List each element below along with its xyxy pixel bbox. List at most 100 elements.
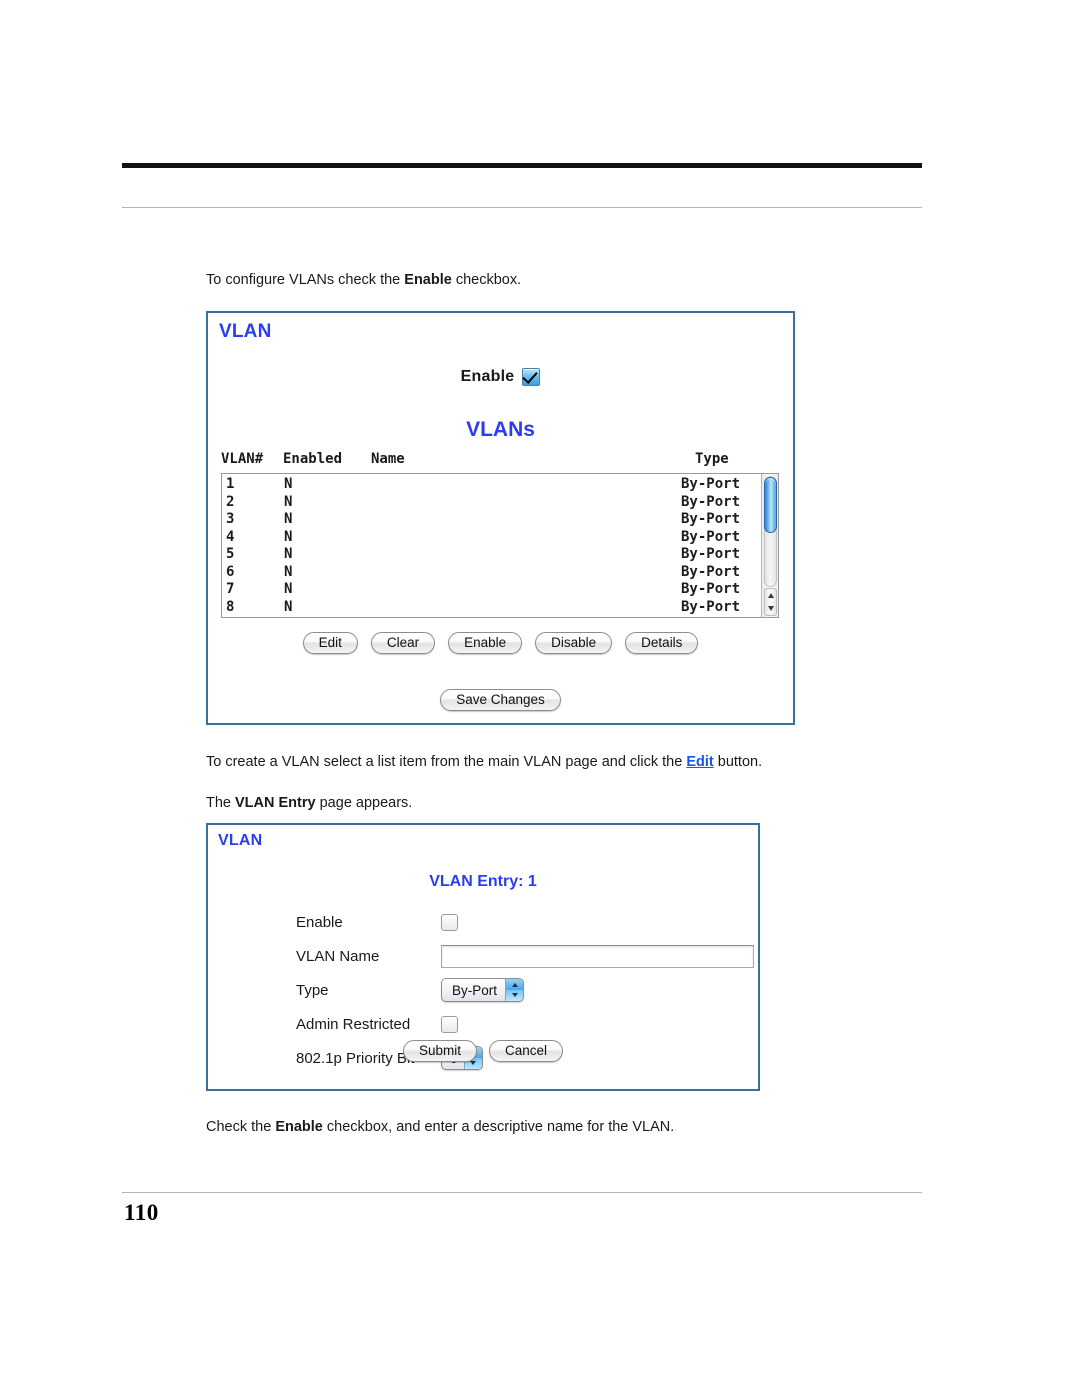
- scrollbar-thumb[interactable]: [764, 477, 777, 533]
- vlan-name-label: VLAN Name: [296, 947, 380, 965]
- column-header-name: Name: [371, 451, 405, 467]
- scrollbar-arrow-buttons[interactable]: [764, 588, 777, 616]
- header-rule-thin: [122, 207, 922, 208]
- up-down-arrows-icon[interactable]: [505, 979, 524, 1001]
- vertical-scrollbar[interactable]: [761, 474, 778, 617]
- cell-vlan-number: 5: [226, 546, 235, 562]
- cell-enabled: N: [284, 563, 293, 580]
- footer-rule: [122, 1192, 922, 1193]
- entry-text-after: page appears.: [315, 795, 413, 811]
- edit-button[interactable]: Edit: [302, 632, 358, 654]
- closing-paragraph: Check the Enable checkbox, and enter a d…: [206, 1117, 674, 1137]
- intro-paragraph: To configure VLANs check the Enable chec…: [206, 270, 521, 290]
- cell-enabled: N: [284, 511, 293, 527]
- cell-enabled: N: [284, 528, 293, 545]
- vlan-list-rows: 1 N By-Port 2 N By-Port 3 N By-Port 4 N: [222, 474, 761, 616]
- cell-vlan-number: 6: [226, 563, 235, 580]
- vlan-list-box[interactable]: 1 N By-Port 2 N By-Port 3 N By-Port 4 N: [221, 473, 779, 618]
- column-header-enabled: Enabled: [283, 451, 343, 467]
- cell-name: [372, 564, 681, 582]
- enable-checkbox[interactable]: [441, 913, 458, 931]
- form-row-enable: Enable: [296, 905, 754, 939]
- cell-name: [372, 511, 681, 529]
- cell-name: [372, 476, 681, 494]
- closing-text-bold: Enable: [275, 1119, 323, 1135]
- details-button[interactable]: Details: [625, 632, 699, 654]
- cell-vlan-number: 3: [226, 511, 235, 527]
- entry-page-paragraph: The VLAN Entry page appears.: [206, 793, 412, 813]
- save-changes-button[interactable]: Save Changes: [440, 689, 561, 711]
- cell-type: By-Port: [681, 476, 741, 492]
- enable-label: Enable: [460, 368, 515, 385]
- clear-button[interactable]: Clear: [370, 632, 436, 654]
- cell-name: [372, 494, 681, 512]
- vlan-name-input[interactable]: [441, 944, 754, 968]
- form-row-admin-restricted: Admin Restricted: [296, 1007, 754, 1041]
- table-row[interactable]: 5 N By-Port: [226, 546, 761, 564]
- table-row[interactable]: 1 N By-Port: [226, 476, 761, 494]
- disable-button[interactable]: Disable: [535, 632, 613, 654]
- cell-type: By-Port: [681, 546, 741, 562]
- cell-name: [372, 599, 681, 617]
- enable-button[interactable]: Enable: [448, 632, 523, 654]
- column-header-vlan-number: VLAN#: [221, 451, 264, 467]
- cell-vlan-number: 2: [226, 493, 235, 510]
- type-select-value: By-Port: [452, 982, 498, 998]
- panel-title: VLAN: [219, 321, 272, 342]
- cell-enabled: N: [284, 598, 293, 615]
- closing-text-before: Check the: [206, 1119, 276, 1135]
- admin-restricted-checkbox[interactable]: [441, 1015, 458, 1033]
- cell-name: [372, 546, 681, 564]
- scroll-down-arrow-icon[interactable]: [767, 606, 774, 611]
- column-header-type: Type: [695, 451, 729, 467]
- cell-vlan-number: 8: [226, 598, 235, 615]
- table-row[interactable]: 3 N By-Port: [226, 511, 761, 529]
- panel-title: VLAN: [218, 832, 263, 849]
- header-rule-thick: [122, 163, 922, 168]
- admin-restricted-label: Admin Restricted: [296, 1015, 411, 1033]
- vlan-table-header: VLAN# Enabled Name Type: [221, 451, 779, 467]
- cell-type: By-Port: [681, 511, 741, 527]
- create-vlan-paragraph: To create a VLAN select a list item from…: [206, 752, 762, 772]
- table-row[interactable]: 8 N By-Port: [226, 599, 761, 617]
- table-row[interactable]: 7 N By-Port: [226, 581, 761, 599]
- cell-vlan-number: 1: [226, 476, 235, 492]
- type-select[interactable]: By-Port: [441, 978, 525, 1002]
- create-text-after: button.: [713, 754, 763, 770]
- enable-checkbox-checked[interactable]: [522, 368, 541, 386]
- entry-text-before: The: [206, 795, 236, 811]
- table-row[interactable]: 6 N By-Port: [226, 564, 761, 582]
- create-text-before: To create a VLAN select a list item from…: [206, 754, 687, 770]
- form-row-type: Type By-Port: [296, 973, 754, 1007]
- cell-name: [372, 581, 681, 599]
- intro-text-bold: Enable: [404, 272, 452, 288]
- table-row[interactable]: 2 N By-Port: [226, 494, 761, 512]
- edit-link[interactable]: Edit: [686, 754, 713, 770]
- cell-vlan-number: 4: [226, 528, 235, 545]
- entry-text-bold: VLAN Entry: [235, 795, 316, 811]
- cell-type: By-Port: [681, 598, 741, 615]
- submit-button[interactable]: Submit: [402, 1040, 477, 1062]
- cell-type: By-Port: [681, 528, 741, 545]
- vlans-section-heading: VLANs: [466, 418, 535, 441]
- scroll-up-arrow-icon[interactable]: [767, 593, 774, 598]
- cell-enabled: N: [284, 546, 293, 562]
- cell-vlan-number: 7: [226, 581, 235, 597]
- cell-type: By-Port: [681, 563, 741, 580]
- cell-enabled: N: [284, 493, 293, 510]
- type-label: Type: [296, 981, 329, 999]
- enable-label: Enable: [296, 913, 343, 931]
- vlan-action-button-row: Edit Clear Enable Disable Details: [208, 632, 793, 654]
- cancel-button[interactable]: Cancel: [489, 1040, 564, 1062]
- table-row[interactable]: 4 N By-Port: [226, 529, 761, 547]
- closing-text-after: checkbox, and enter a descriptive name f…: [322, 1119, 675, 1135]
- vlan-entry-panel: VLAN VLAN Entry: 1 Enable VLAN Name Type…: [206, 823, 760, 1091]
- vlan-entry-heading: VLAN Entry: 1: [429, 873, 537, 890]
- cell-type: By-Port: [681, 581, 741, 597]
- intro-text-before: To configure VLANs check the: [206, 272, 405, 288]
- save-button-row: Save Changes: [208, 689, 793, 711]
- form-row-vlan-name: VLAN Name: [296, 939, 754, 973]
- intro-text-after: checkbox.: [451, 272, 522, 288]
- cell-name: [372, 529, 681, 547]
- entry-button-row: Submit Cancel: [208, 1040, 758, 1062]
